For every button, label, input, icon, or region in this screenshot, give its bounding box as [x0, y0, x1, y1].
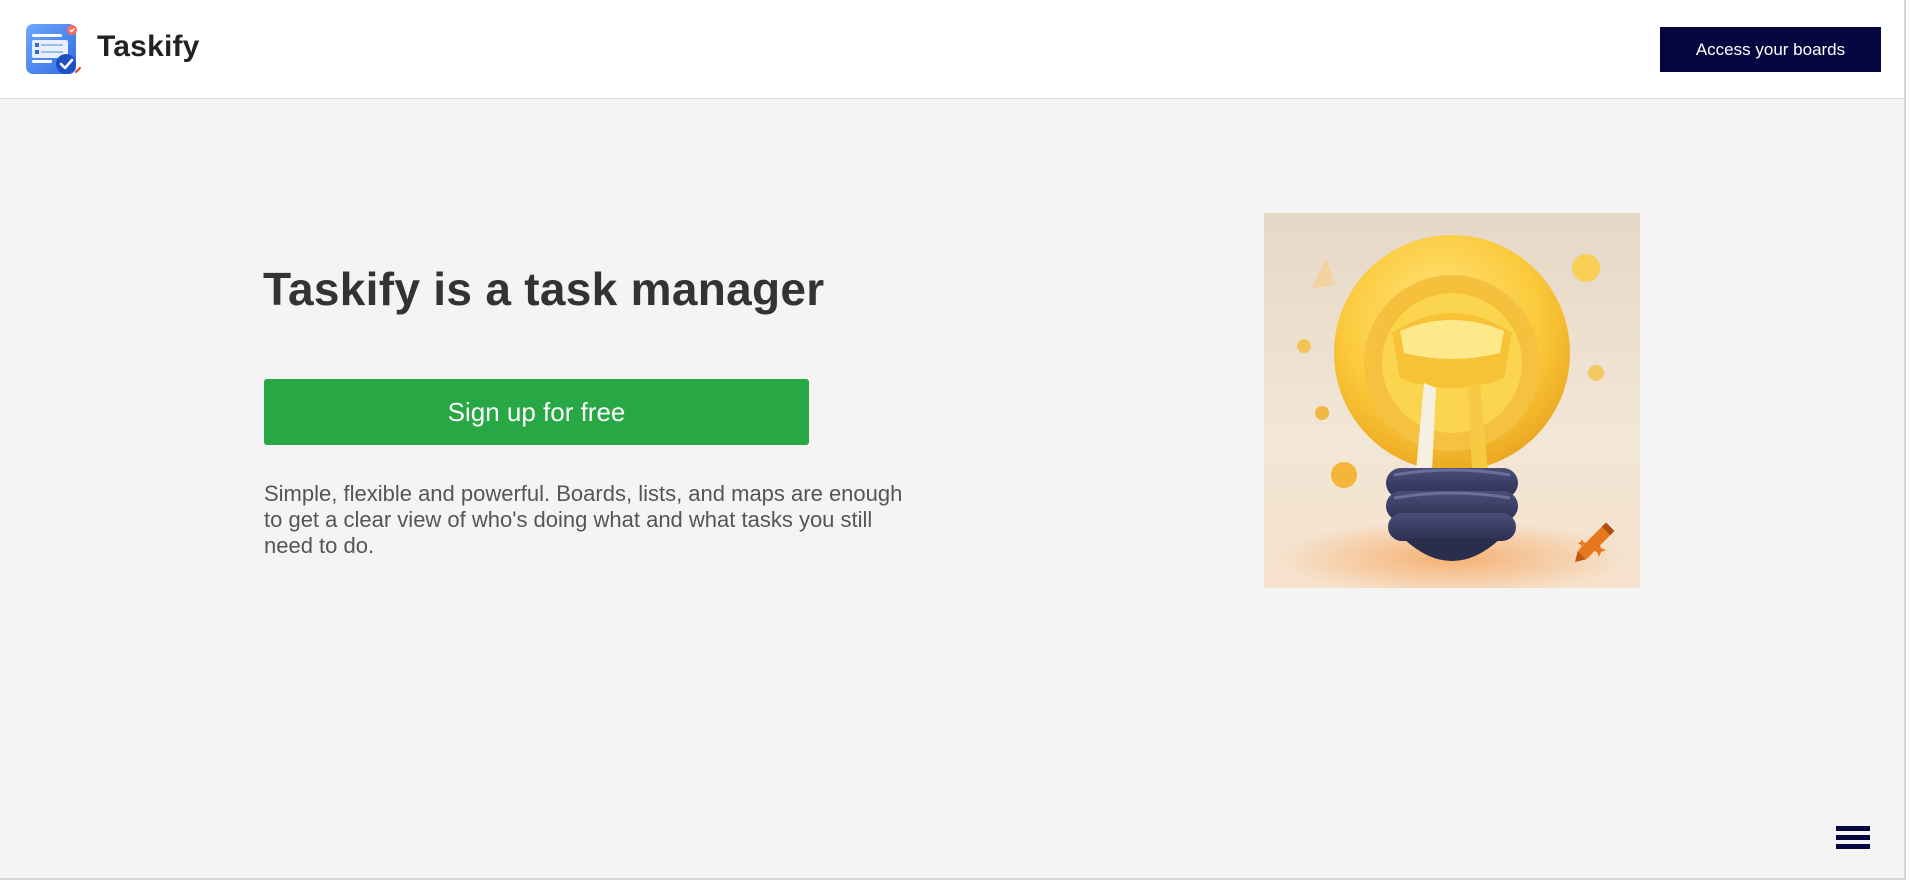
page: Taskify Access your boards Taskify is a … — [0, 0, 1906, 880]
site-header: Taskify Access your boards — [0, 0, 1904, 99]
hero-title: Taskify is a task manager — [263, 263, 825, 315]
signup-button[interactable]: Sign up for free — [264, 379, 809, 445]
access-boards-button[interactable]: Access your boards — [1660, 27, 1881, 72]
task-board-logo-icon[interactable] — [24, 22, 82, 78]
brand-name[interactable]: Taskify — [97, 30, 200, 64]
hero-description: Simple, flexible and powerful. Boards, l… — [264, 481, 903, 558]
hamburger-menu-icon[interactable] — [1836, 826, 1870, 854]
lightbulb-illustration — [1264, 213, 1640, 588]
